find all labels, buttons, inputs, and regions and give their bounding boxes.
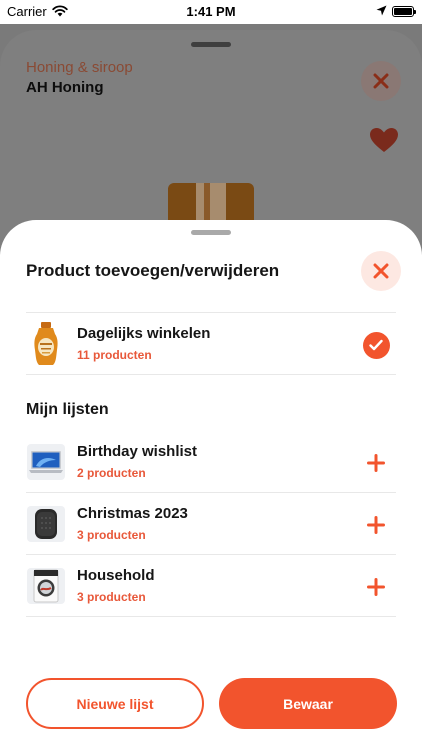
list-row-household[interactable]: Household 3 producten bbox=[0, 555, 422, 617]
washing-machine-image bbox=[26, 564, 66, 608]
product-category: Honing & siroop bbox=[26, 59, 133, 76]
favorite-heart-icon[interactable] bbox=[369, 127, 399, 153]
my-lists-heading: Mijn lijsten bbox=[26, 401, 109, 418]
save-button[interactable]: Bewaar bbox=[219, 678, 397, 729]
selected-check-button[interactable] bbox=[362, 331, 390, 359]
checkmark-icon bbox=[362, 331, 390, 359]
battery-icon bbox=[392, 6, 416, 17]
list-name: Christmas 2023 bbox=[77, 505, 188, 522]
clock: 1:41 PM bbox=[186, 4, 236, 19]
list-count: 2 producten bbox=[77, 466, 146, 480]
list-count: 11 producten bbox=[77, 348, 152, 362]
list-row-christmas-2023[interactable]: Christmas 2023 3 producten bbox=[0, 493, 422, 555]
product-title: AH Honing bbox=[26, 79, 104, 96]
honey-bottle-image bbox=[26, 322, 66, 366]
add-to-list-button[interactable] bbox=[362, 449, 390, 477]
new-list-button[interactable]: Nieuwe lijst bbox=[26, 678, 204, 729]
background-close-button[interactable] bbox=[361, 61, 401, 101]
close-icon bbox=[373, 263, 389, 279]
sheet-drag-handle[interactable] bbox=[191, 230, 231, 235]
plus-icon bbox=[367, 454, 385, 472]
divider bbox=[26, 616, 396, 617]
list-name: Dagelijks winkelen bbox=[77, 325, 211, 342]
close-icon bbox=[373, 73, 389, 89]
add-to-list-button[interactable] bbox=[362, 573, 390, 601]
laptop-image bbox=[26, 440, 66, 484]
list-row-birthday-wishlist[interactable]: Birthday wishlist 2 producten bbox=[0, 431, 422, 493]
plus-icon bbox=[367, 578, 385, 596]
list-count: 3 producten bbox=[77, 590, 146, 604]
status-bar: Carrier 1:41 PM bbox=[0, 0, 422, 24]
list-count: 3 producten bbox=[77, 528, 146, 542]
speaker-image bbox=[26, 502, 66, 546]
plus-icon bbox=[367, 516, 385, 534]
divider bbox=[26, 374, 396, 375]
location-arrow-icon bbox=[376, 5, 387, 16]
add-remove-sheet: Product toevoegen/verwijderen Dagelijks … bbox=[0, 220, 422, 750]
list-row-dagelijks-winkelen[interactable]: Dagelijks winkelen 11 producten bbox=[0, 313, 422, 375]
list-name: Household bbox=[77, 567, 155, 584]
background-sheet-handle bbox=[191, 42, 231, 47]
add-to-list-button[interactable] bbox=[362, 511, 390, 539]
sheet-close-button[interactable] bbox=[361, 251, 401, 291]
sheet-title: Product toevoegen/verwijderen bbox=[26, 261, 280, 280]
list-name: Birthday wishlist bbox=[77, 443, 198, 460]
